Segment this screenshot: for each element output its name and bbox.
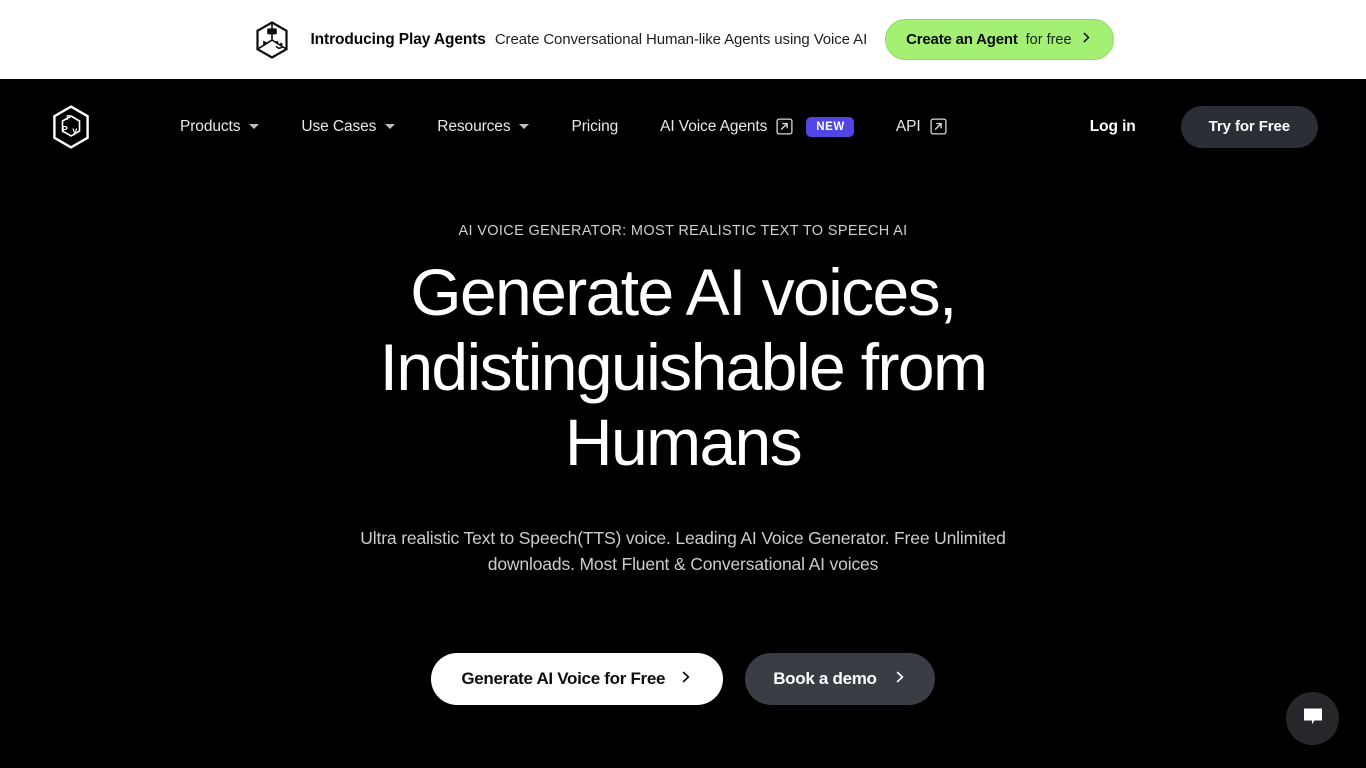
banner-title: Introducing Play Agents — [310, 30, 486, 48]
nav-item-ai-voice-agents[interactable]: AI Voice Agents NEW — [639, 116, 875, 137]
external-link-icon — [930, 118, 947, 135]
nav-item-label: Resources — [437, 117, 511, 135]
chevron-down-icon — [249, 124, 260, 129]
chat-bubble-icon — [1300, 703, 1326, 734]
nav-item-api[interactable]: API — [875, 118, 968, 136]
login-button[interactable]: Log in — [1068, 118, 1158, 136]
new-badge: NEW — [806, 116, 854, 137]
main-navigation-bar: P P y Products Use Cases Resources Prici… — [0, 79, 1366, 174]
chevron-down-icon — [385, 124, 396, 129]
play-ht-cube-logo-icon[interactable]: P P y — [48, 104, 94, 150]
nav-item-label: Use Cases — [301, 117, 377, 135]
chat-widget-button[interactable] — [1286, 692, 1339, 745]
nav-item-label: Pricing — [571, 117, 619, 135]
nav-item-resources[interactable]: Resources — [416, 118, 550, 136]
svg-text:P: P — [66, 115, 71, 122]
announcement-banner: Introducing Play Agents Create Conversat… — [0, 0, 1366, 79]
nav-item-use-cases[interactable]: Use Cases — [280, 118, 416, 136]
hero-subtitle: Ultra realistic Text to Speech(TTS) voic… — [360, 527, 1006, 575]
announcement-banner-content: Introducing Play Agents Create Conversat… — [252, 19, 1114, 60]
book-a-demo-button[interactable]: Book a demo — [745, 652, 935, 705]
hero-section: AI VOICE GENERATOR: MOST REALISTIC TEXT … — [0, 174, 1366, 705]
nav-item-label: AI Voice Agents — [660, 117, 768, 135]
svg-text:P: P — [62, 124, 68, 134]
create-an-agent-button[interactable]: Create an Agent for free — [885, 19, 1114, 60]
chevron-down-icon — [519, 124, 530, 129]
nav-item-pricing[interactable]: Pricing — [550, 118, 639, 136]
external-link-icon — [776, 118, 793, 135]
create-an-agent-sublabel: for free — [1025, 31, 1072, 48]
nav-item-label: Products — [180, 117, 241, 135]
chevron-right-icon — [893, 669, 907, 689]
play-cube-logo-icon — [252, 20, 292, 60]
hero-eyebrow: AI VOICE GENERATOR: MOST REALISTIC TEXT … — [458, 223, 908, 239]
chevron-right-icon — [1080, 31, 1093, 49]
try-for-free-button[interactable]: Try for Free — [1180, 105, 1318, 148]
page-title: Generate AI voices, Indistinguishable fr… — [379, 255, 988, 479]
nav-item-products[interactable]: Products — [159, 118, 280, 136]
nav-actions: Log in Try for Free — [1068, 105, 1318, 148]
hero-cta-row: Generate AI Voice for Free Book a demo — [431, 652, 935, 705]
svg-text:y: y — [72, 125, 77, 135]
generate-ai-voice-button[interactable]: Generate AI Voice for Free — [431, 652, 724, 705]
nav-item-label: API — [895, 117, 921, 135]
chevron-right-icon — [679, 669, 693, 689]
book-a-demo-label: Book a demo — [773, 668, 877, 688]
create-an-agent-label: Create an Agent — [906, 31, 1018, 48]
generate-ai-voice-label: Generate AI Voice for Free — [461, 668, 666, 688]
nav-links: Products Use Cases Resources Pricing AI … — [159, 116, 968, 137]
banner-subtitle: Create Conversational Human-like Agents … — [494, 31, 868, 48]
